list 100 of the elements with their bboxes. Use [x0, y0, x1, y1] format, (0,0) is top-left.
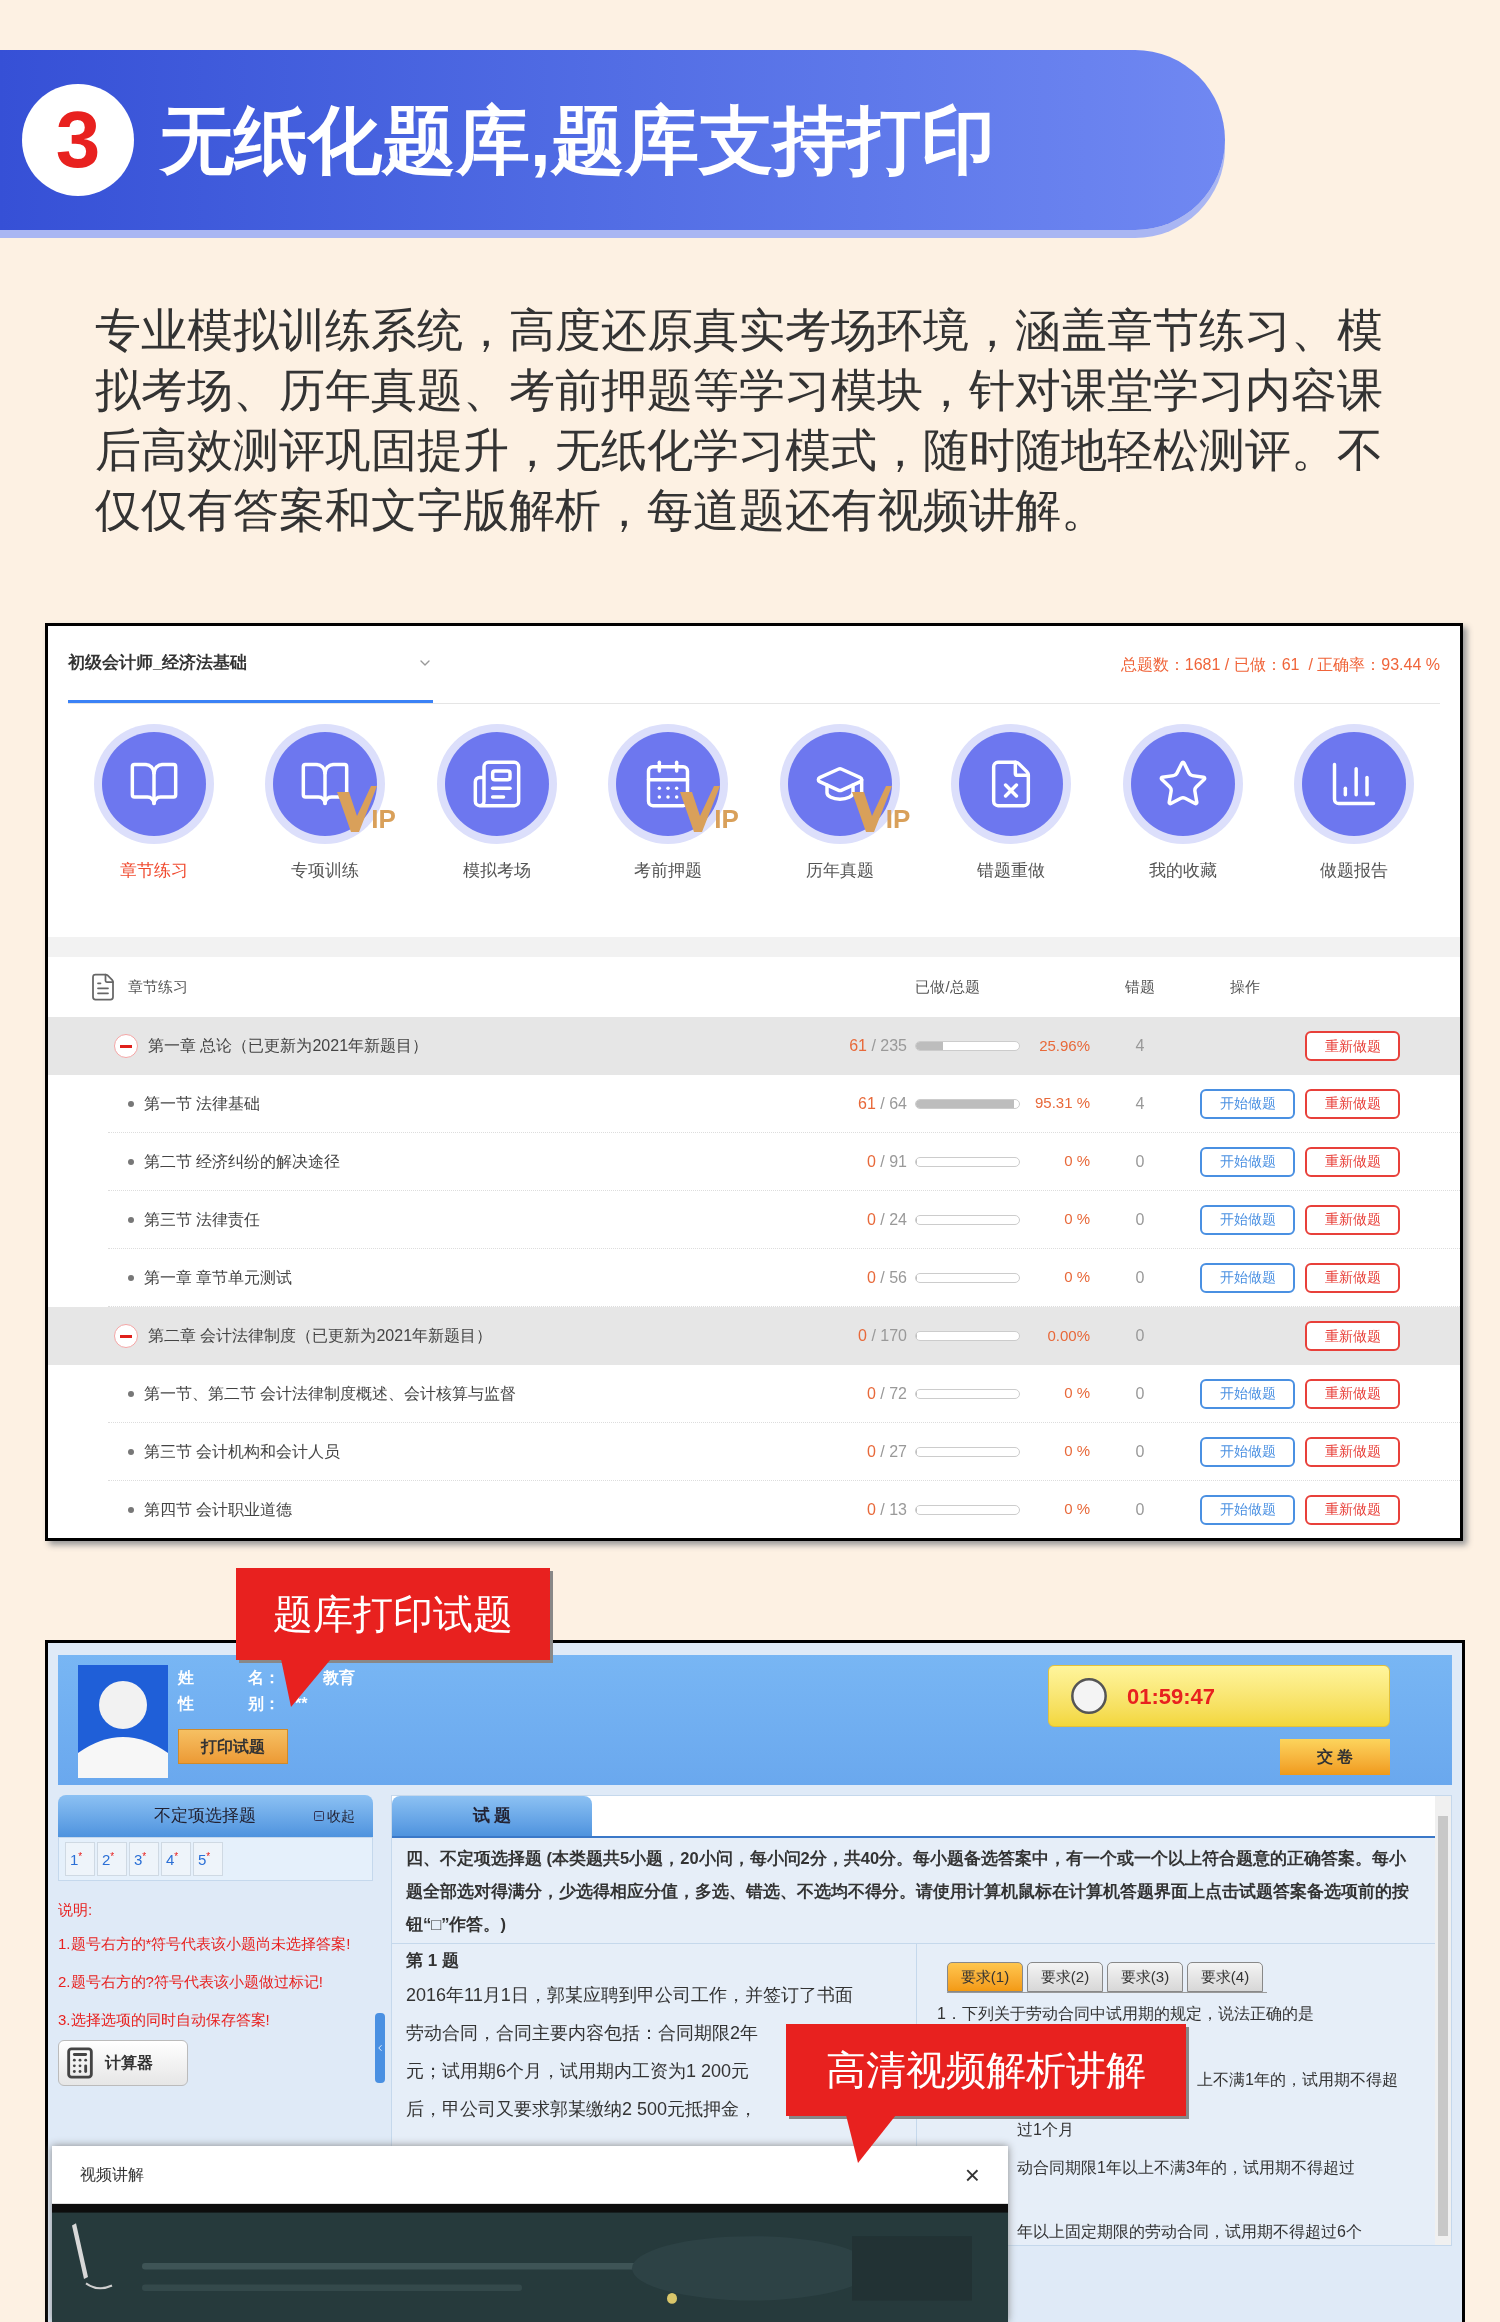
error-count: 0: [1134, 1326, 1146, 1346]
collapse-icon[interactable]: [114, 1034, 138, 1058]
field-label: 性 别：: [178, 1694, 282, 1714]
module-label[interactable]: 历年真题: [805, 858, 874, 884]
requirement-text: 1．下列关于劳动合同中试用期的规定，说法正确的是: [937, 2004, 1314, 2024]
requirement-tab[interactable]: 要求(4): [1187, 1962, 1263, 1992]
redo-button[interactable]: 重新做题: [1305, 1146, 1400, 1177]
question-number[interactable]: 5*: [193, 1842, 223, 1876]
module-label[interactable]: 考前押题: [634, 858, 703, 884]
column-header: 操作: [1229, 976, 1261, 997]
error-count: 0: [1134, 1383, 1146, 1404]
intro-paragraph: 专业模拟训练系统，高度还原真实考场环境，涵盖章节练习、模拟考场、历年真题、考前押题等学习模块，针对课堂学习内容课后高效测评巩固提升，无纸化学习模式，随时随地轻松测评。不仅仅有答案和文字版解析，每道题还有视频讲解。: [95, 303, 1384, 538]
question-number[interactable]: 2*: [97, 1842, 127, 1876]
panel-title: 不定项选择题: [154, 1805, 256, 1828]
bullet-icon: [128, 1216, 134, 1223]
start-button[interactable]: 开始做题: [1200, 1204, 1295, 1235]
bullet-icon: [128, 1100, 134, 1107]
percent-text: 0 %: [1063, 1209, 1090, 1230]
question-number[interactable]: 1*: [65, 1842, 95, 1876]
redo-button[interactable]: 重新做题: [1305, 1204, 1400, 1235]
section-title[interactable]: 第三节 法律责任: [144, 1207, 261, 1232]
chapter-title: 第一章 总论（已更新为2021年新题目）: [148, 1036, 429, 1056]
question-number[interactable]: 3*: [129, 1842, 159, 1876]
minus-square-icon: [313, 1810, 325, 1822]
done-count: 0 / 27: [865, 1441, 908, 1462]
redo-button[interactable]: 重新做题: [1305, 1436, 1400, 1467]
stats-text: 总题数：1681 / 已做：61 / 正确率：93.44 %: [1120, 654, 1440, 675]
requirement-tab[interactable]: 要求(3): [1107, 1962, 1183, 1992]
percent-text: 0 %: [1063, 1383, 1090, 1404]
start-button[interactable]: 开始做题: [1200, 1494, 1295, 1525]
module-label[interactable]: 做题报告: [1320, 858, 1389, 884]
percent-text: 25.96%: [1038, 1035, 1090, 1056]
question-tab[interactable]: 试 题: [392, 1796, 592, 1836]
percent-text: 0.00%: [1046, 1325, 1090, 1346]
section-title[interactable]: 第四节 会计职业道德: [144, 1497, 293, 1522]
table-title: 章节练习: [128, 976, 188, 997]
error-count: 4: [1134, 1093, 1146, 1114]
redo-button[interactable]: 重新做题: [1305, 1031, 1400, 1061]
bullet-icon: [128, 1448, 134, 1455]
start-button[interactable]: 开始做题: [1200, 1262, 1295, 1293]
banner-title: 无纸化题库,题库支持打印: [160, 97, 995, 184]
close-button[interactable]: ×: [964, 2161, 980, 2188]
question-text: 2016年11月1日，郭某应聘到甲公司工作，并签订了书面: [406, 1984, 853, 2007]
requirement-text: 年以上固定期限的劳动合同，试用期不得超过6个: [1017, 2222, 1362, 2242]
collapse-icon[interactable]: [114, 1324, 138, 1348]
redo-button[interactable]: 重新做题: [1305, 1494, 1400, 1525]
note-text: 2.题号右方的?符号代表该小题做过标记!: [58, 1971, 325, 1992]
section-title[interactable]: 第三节 会计机构和会计人员: [144, 1439, 341, 1464]
print-button[interactable]: 打印试题: [178, 1729, 288, 1764]
bullet-icon: [128, 1158, 134, 1165]
requirement-text: 过1个月: [1017, 2120, 1074, 2140]
side-handle[interactable]: [375, 2013, 385, 2083]
bullet-icon: [128, 1506, 134, 1513]
module-label[interactable]: 章节练习: [119, 858, 188, 884]
section-title[interactable]: 第二节 经济纠纷的解决途径: [144, 1149, 341, 1174]
avatar-icon: [78, 1665, 168, 1778]
done-count: 61 / 235: [848, 1036, 908, 1056]
module-label[interactable]: 模拟考场: [462, 858, 531, 884]
start-button[interactable]: 开始做题: [1200, 1146, 1295, 1177]
redo-button[interactable]: 重新做题: [1305, 1088, 1400, 1119]
field-value: 教育: [323, 1668, 355, 1688]
notes-title: 说明:: [58, 1900, 94, 1920]
chapter-title: 第二章 会计法律制度（已更新为2021年新题目）: [148, 1326, 493, 1346]
section-title[interactable]: 第一章 章节单元测试: [144, 1265, 293, 1290]
requirement-tab[interactable]: 要求(1): [947, 1962, 1023, 1992]
note-text: 1.题号右方的*符号代表该小题尚未选择答案!: [58, 1933, 352, 1954]
start-button[interactable]: 开始做题: [1200, 1378, 1295, 1409]
timer-box: 01:59:47: [1048, 1665, 1390, 1727]
redo-button[interactable]: 重新做题: [1305, 1262, 1400, 1293]
section-title[interactable]: 第一节、第二节 会计法律制度概述、会计核算与监督: [144, 1381, 517, 1406]
module-label[interactable]: 错题重做: [977, 858, 1046, 884]
subject-select[interactable]: 初级会计师_经济法基础: [68, 626, 433, 703]
done-count: 0 / 91: [865, 1151, 908, 1172]
error-count: 0: [1134, 1209, 1146, 1230]
done-count: 0 / 13: [865, 1499, 908, 1520]
step-number: 3: [22, 84, 134, 196]
start-button[interactable]: 开始做题: [1200, 1436, 1295, 1467]
error-count: 0: [1134, 1499, 1146, 1520]
requirement-text: 上不满1年的，试用期不得超: [1197, 2070, 1398, 2090]
calculator-button[interactable]: 计算器: [58, 2039, 188, 2086]
percent-text: 95.31 %: [1033, 1093, 1090, 1114]
percent-text: 0 %: [1063, 1499, 1090, 1520]
submit-button[interactable]: 交 卷: [1280, 1739, 1390, 1775]
section-title[interactable]: 第一节 法律基础: [144, 1091, 261, 1116]
collapse-button[interactable]: 收起: [313, 1805, 355, 1827]
scrollbar-thumb[interactable]: [1438, 1816, 1448, 2236]
question-number[interactable]: 4*: [161, 1842, 191, 1876]
start-button[interactable]: 开始做题: [1200, 1088, 1295, 1119]
redo-button[interactable]: 重新做题: [1305, 1321, 1400, 1351]
requirement-tab[interactable]: 要求(2): [1027, 1962, 1103, 1992]
field-label: 姓 名：: [178, 1668, 282, 1688]
bullet-icon: [128, 1274, 134, 1281]
module-label[interactable]: 我的收藏: [1148, 858, 1217, 884]
chevron-left-icon: [375, 2043, 385, 2053]
error-count: 0: [1134, 1267, 1146, 1288]
redo-button[interactable]: 重新做题: [1305, 1378, 1400, 1409]
done-count: 0 / 72: [865, 1383, 908, 1404]
done-count: 0 / 24: [865, 1209, 908, 1230]
error-count: 4: [1134, 1036, 1146, 1056]
module-label[interactable]: 专项训练: [291, 858, 360, 884]
